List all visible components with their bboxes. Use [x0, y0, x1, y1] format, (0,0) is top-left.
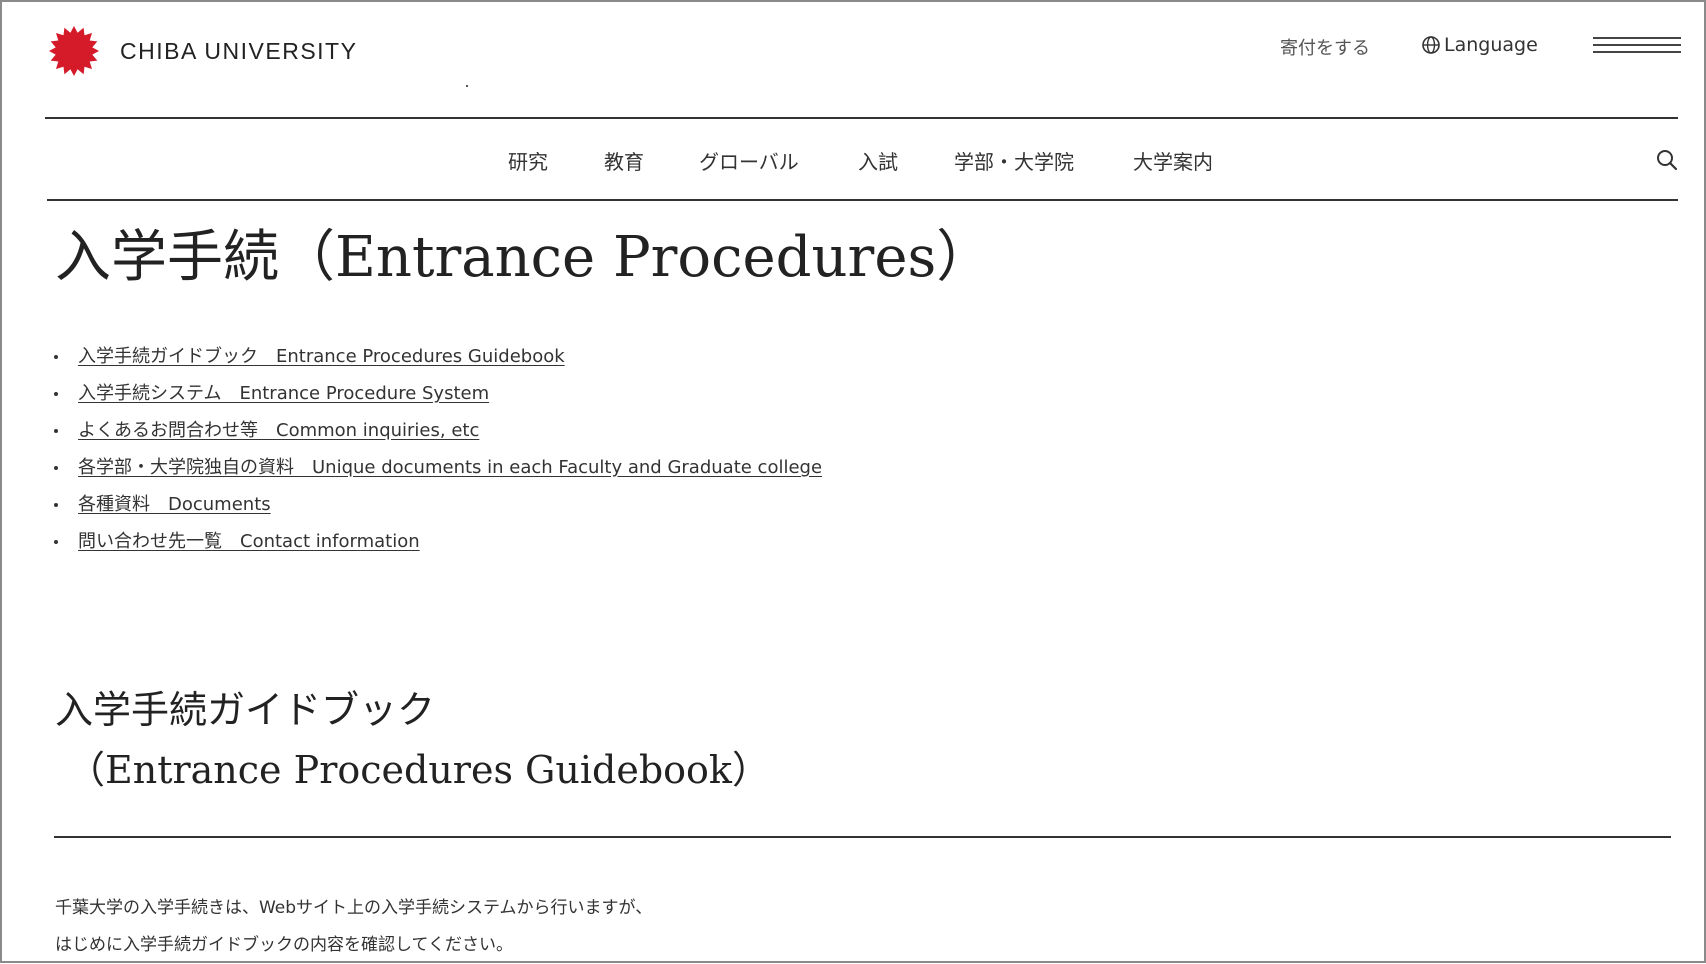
language-label: Language	[1444, 34, 1538, 56]
home-logo-link[interactable]: CHIBA UNIVERSITY	[45, 22, 357, 80]
link-contact-information[interactable]: 問い合わせ先一覧 Contact information	[78, 531, 420, 552]
link-documents[interactable]: 各種資料 Documents	[78, 494, 271, 515]
global-nav: 研究 教育 グローバル 入試 学部・大学院 大学案内	[0, 118, 1706, 200]
nav-item-global[interactable]: グローバル	[699, 146, 799, 175]
section-divider	[54, 836, 1671, 838]
list-item: よくあるお問合わせ等 Common inquiries, etc	[52, 417, 822, 454]
nav-divider	[47, 199, 1678, 201]
search-icon[interactable]	[1655, 148, 1679, 172]
link-procedure-system[interactable]: 入学手続システム Entrance Procedure System	[78, 383, 489, 404]
language-selector[interactable]: Language	[1421, 34, 1538, 56]
link-guidebook[interactable]: 入学手続ガイドブック Entrance Procedures Guidebook	[78, 346, 565, 367]
hamburger-icon-line	[1593, 37, 1681, 39]
anchor-link-list: 入学手続ガイドブック Entrance Procedures Guidebook…	[52, 343, 822, 565]
nav-item-about[interactable]: 大学案内	[1133, 146, 1213, 175]
menu-button[interactable]	[1593, 35, 1681, 59]
hamburger-icon-line	[1593, 44, 1681, 46]
site-header: CHIBA UNIVERSITY 寄付をする Language	[45, 18, 1681, 118]
section-title-line1: 入学手続ガイドブック	[55, 688, 436, 732]
page-title: 入学手続（Entrance Procedures）	[55, 225, 993, 290]
list-item: 入学手続ガイドブック Entrance Procedures Guidebook	[52, 343, 822, 380]
nav-item-education[interactable]: 教育	[604, 146, 644, 175]
section-title: 入学手続ガイドブック （Entrance Procedures Guideboo…	[55, 680, 770, 800]
list-item: 問い合わせ先一覧 Contact information	[52, 528, 822, 565]
nav-item-research[interactable]: 研究	[508, 146, 548, 175]
body-paragraph: はじめに入学手続ガイドブックの内容を確認してください。	[55, 935, 513, 955]
section-body: 千葉大学の入学手続きは、Webサイト上の入学手続システムから行いますが、 はじめ…	[55, 890, 652, 964]
decorative-dot	[466, 85, 468, 87]
section-title-line2: （Entrance Procedures Guidebook）	[67, 748, 770, 792]
hamburger-icon-line	[1593, 51, 1681, 53]
globe-icon	[1422, 36, 1440, 54]
list-item: 各種資料 Documents	[52, 491, 822, 528]
nav-item-admissions[interactable]: 入試	[858, 146, 898, 175]
donate-link[interactable]: 寄付をする	[1280, 34, 1370, 60]
logo-text: CHIBA UNIVERSITY	[120, 37, 358, 64]
body-paragraph: 千葉大学の入学手続きは、Webサイト上の入学手続システムから行いますが、	[55, 898, 653, 918]
nav-item-faculties[interactable]: 学部・大学院	[954, 146, 1074, 175]
link-common-inquiries[interactable]: よくあるお問合わせ等 Common inquiries, etc	[78, 420, 479, 441]
link-faculty-documents[interactable]: 各学部・大学院独自の資料 Unique documents in each Fa…	[78, 457, 822, 478]
chiba-logo-icon	[49, 26, 99, 76]
list-item: 各学部・大学院独自の資料 Unique documents in each Fa…	[52, 454, 822, 491]
list-item: 入学手続システム Entrance Procedure System	[52, 380, 822, 417]
